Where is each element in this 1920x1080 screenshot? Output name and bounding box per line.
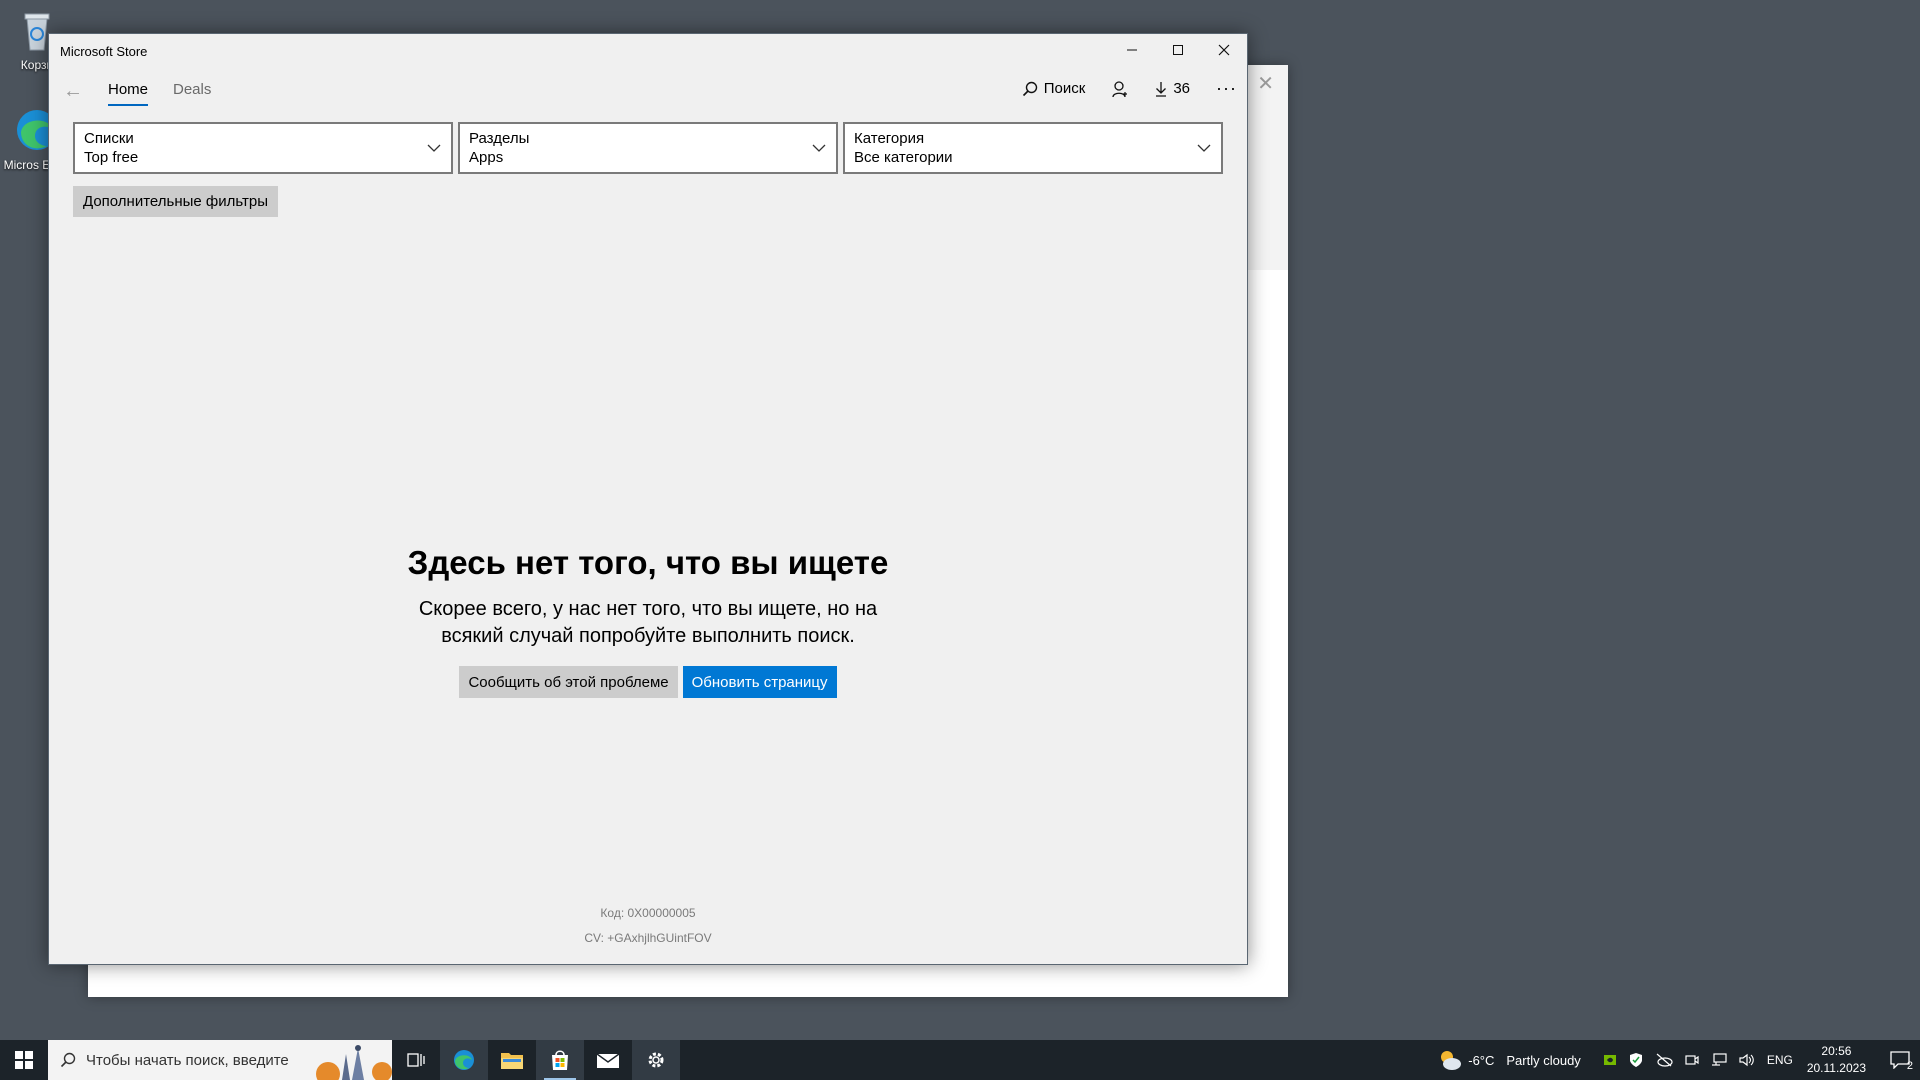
taskbar: Чтобы начать поиск, введите -6°C Partly … — [0, 1040, 1920, 1080]
task-view-icon — [407, 1053, 425, 1067]
search-label: Поиск — [1043, 80, 1086, 97]
more-button[interactable]: ··· — [1216, 78, 1237, 99]
window-title: Microsoft Store — [60, 43, 148, 59]
clock[interactable]: 20:56 20.11.2023 — [1807, 1043, 1866, 1077]
taskbar-search-box[interactable]: Чтобы начать поиск, введите — [48, 1040, 392, 1080]
clock-time: 20:56 — [1821, 1044, 1852, 1058]
account-button[interactable] — [1111, 80, 1129, 98]
filter-value: Все категории — [854, 149, 953, 166]
tab-home[interactable]: Home — [108, 81, 149, 106]
task-view-button[interactable] — [392, 1040, 440, 1080]
search-button[interactable]: Поиск — [1022, 80, 1086, 97]
error-info: Код: 0X00000005 CV: +GAxhjlhGUintFOV — [49, 901, 1247, 951]
filter-value: Apps — [469, 149, 504, 166]
filter-label: Разделы — [469, 130, 530, 147]
close-icon[interactable]: ✕ — [1257, 71, 1274, 96]
back-arrow-icon[interactable]: ← — [63, 80, 83, 103]
close-icon — [1218, 44, 1230, 56]
volume-icon[interactable] — [1739, 1053, 1755, 1067]
edge-icon — [454, 1050, 474, 1070]
user-icon — [1112, 80, 1128, 97]
nav-bar: ← Home Deals Поиск 36 ··· — [49, 68, 1247, 118]
empty-state: Здесь нет того, что вы ищете Скорее всег… — [49, 544, 1247, 698]
empty-state-title: Здесь нет того, что вы ищете — [407, 544, 889, 581]
maximize-icon — [1173, 45, 1183, 55]
windows-logo-icon — [15, 1051, 33, 1069]
filter-label: Списки — [84, 130, 134, 147]
network-icon[interactable] — [1711, 1053, 1727, 1067]
filter-value: Top free — [84, 149, 139, 166]
taskbar-edge-button[interactable] — [440, 1040, 488, 1080]
store-window: Microsoft Store ← Home Deals Поиск 36 ··… — [48, 33, 1248, 965]
file-explorer-icon — [501, 1053, 523, 1069]
tray-icons — [1603, 1052, 1755, 1068]
more-filters-button[interactable]: Дополнительные фильтры — [73, 186, 279, 217]
minimize-icon — [1127, 49, 1137, 51]
minimize-button[interactable] — [1109, 34, 1155, 66]
filter-lists-dropdown[interactable]: Списки Top free — [73, 122, 453, 174]
close-button[interactable] — [1201, 34, 1247, 66]
start-button[interactable] — [0, 1040, 48, 1080]
refresh-page-button[interactable]: Обновить страницу — [682, 666, 837, 698]
filter-label: Категория — [854, 130, 925, 147]
window-controls — [1109, 34, 1247, 66]
error-code: Код: 0X00000005 — [600, 906, 696, 920]
mail-icon — [596, 1053, 620, 1068]
downloads-button[interactable]: 36 — [1155, 80, 1190, 97]
language-indicator[interactable]: ENG — [1767, 1053, 1793, 1067]
weather-temperature: -6°C — [1468, 1052, 1495, 1068]
taskbar-search-placeholder: Чтобы начать поиск, введите — [86, 1051, 289, 1069]
report-problem-button[interactable]: Сообщить об этой проблеме — [459, 666, 678, 698]
notification-center-button[interactable]: 2 — [1880, 1040, 1920, 1080]
downloads-count: 36 — [1173, 80, 1191, 97]
maximize-button[interactable] — [1155, 34, 1201, 66]
search-icon — [1022, 81, 1037, 96]
weather-condition: Partly cloudy — [1506, 1052, 1581, 1068]
store-icon — [552, 1050, 568, 1070]
search-icon — [60, 1052, 76, 1068]
settings-icon — [648, 1052, 664, 1068]
download-icon — [1156, 81, 1167, 97]
partly-cloudy-icon — [1441, 1051, 1462, 1070]
weather-widget[interactable]: -6°C Partly cloudy — [1438, 1049, 1581, 1071]
taskbar-file-explorer-button[interactable] — [488, 1040, 536, 1080]
filter-category-dropdown[interactable]: Категория Все категории — [843, 122, 1223, 174]
security-shield-icon[interactable] — [1629, 1052, 1643, 1068]
taskbar-mail-button[interactable] — [584, 1040, 632, 1080]
chevron-down-icon — [1197, 144, 1211, 152]
search-highlight-illustration-icon — [316, 1045, 392, 1080]
camera-icon[interactable] — [1685, 1053, 1699, 1067]
empty-state-message: Скорее всего, у нас нет того, что вы ище… — [418, 598, 878, 647]
chevron-down-icon — [812, 144, 826, 152]
filter-sections-dropdown[interactable]: Разделы Apps — [458, 122, 838, 174]
tab-deals[interactable]: Deals — [173, 81, 211, 98]
taskbar-store-button[interactable] — [536, 1040, 584, 1080]
empty-state-actions: Сообщить об этой проблеме Обновить стран… — [49, 666, 1247, 698]
correlation-vector: CV: +GAxhjlhGUintFOV — [584, 931, 712, 945]
chevron-down-icon — [427, 144, 441, 152]
title-bar[interactable]: Microsoft Store — [49, 34, 1247, 68]
more-icon: ··· — [1216, 78, 1237, 98]
onedrive-icon[interactable] — [1655, 1053, 1673, 1067]
nvidia-icon[interactable] — [1603, 1053, 1617, 1067]
nav-actions: Поиск 36 ··· — [1022, 78, 1237, 99]
system-tray: -6°C Partly cloudy ENG 20:56 20.11.2023 … — [1438, 1040, 1920, 1080]
taskbar-settings-button[interactable] — [632, 1040, 680, 1080]
notification-count: 2 — [1906, 1060, 1913, 1072]
filters-row: Списки Top free Разделы Apps Категория В… — [73, 122, 1223, 174]
clock-date: 20.11.2023 — [1806, 1061, 1866, 1075]
